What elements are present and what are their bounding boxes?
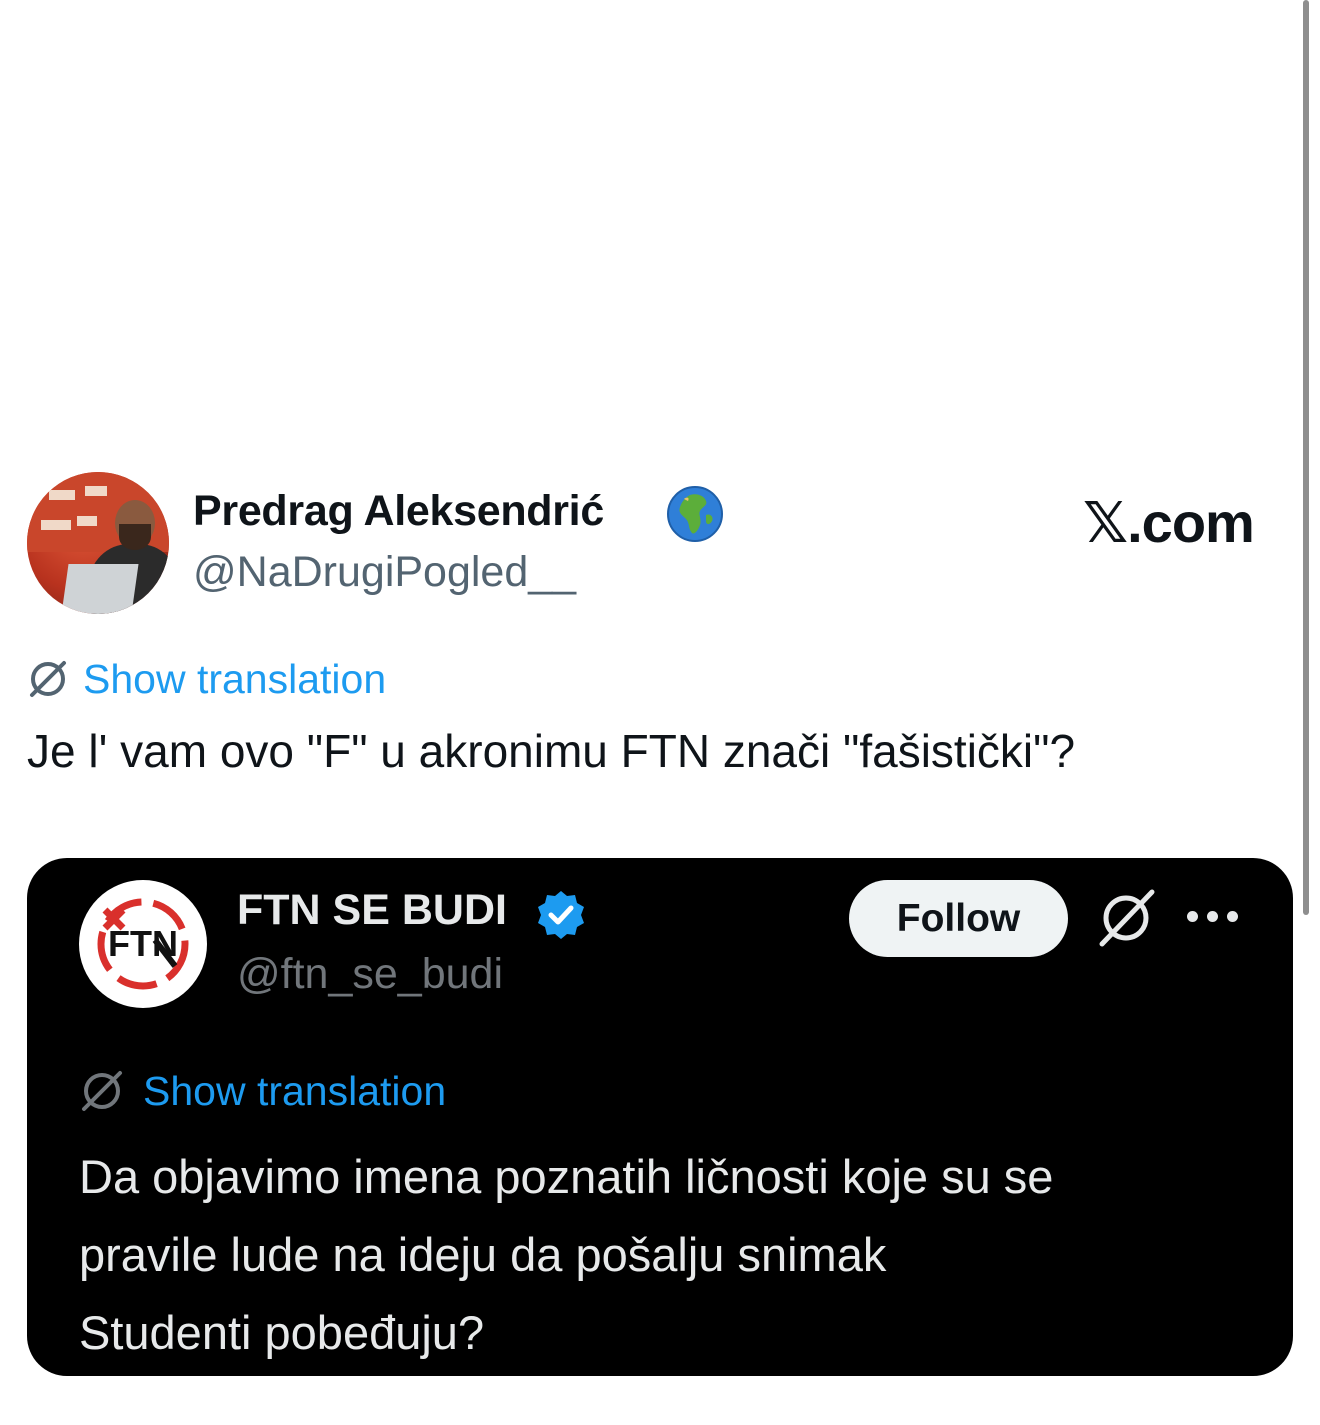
verified-badge-icon	[538, 891, 584, 939]
quoted-show-translation-link[interactable]: Show translation	[79, 1066, 446, 1116]
x-com-brand: 𝕏.com	[1083, 491, 1255, 554]
author-name[interactable]: Predrag Aleksendrić	[193, 487, 604, 536]
grok-icon[interactable]	[1094, 886, 1158, 950]
quoted-text-line: Studenti pobeđuju?	[79, 1306, 485, 1359]
show-translation-label[interactable]: Show translation	[83, 656, 386, 703]
ftn-logo: FTN	[83, 884, 203, 1004]
quoted-show-translation-label[interactable]: Show translation	[143, 1068, 446, 1115]
translate-icon	[82, 1071, 122, 1111]
author-avatar[interactable]	[27, 472, 169, 614]
globe-icon	[667, 486, 723, 542]
quoted-text-line: pravile lude na ideju da pošalju snimak	[79, 1228, 887, 1281]
more-options-icon[interactable]	[1187, 908, 1247, 924]
scrollbar[interactable]	[1303, 0, 1309, 915]
quoted-author-avatar[interactable]: FTN	[79, 880, 207, 1008]
quoted-author-handle[interactable]: @ftn_se_budi	[237, 950, 503, 999]
quoted-author-name[interactable]: FTN SE BUDI	[237, 886, 507, 935]
quoted-tweet-text: Da objavimo imena poznatih ličnosti koje…	[79, 1138, 1269, 1372]
follow-button[interactable]: Follow	[849, 880, 1068, 957]
tweet-text: Je l' vam ovo "F" u akronimu FTN znači "…	[27, 725, 1076, 777]
quoted-tweet-screenshot[interactable]: FTN FTN SE BUDI @ftn_se_budi Follow Show…	[27, 858, 1293, 1376]
author-handle[interactable]: @NaDrugiPogled__	[193, 548, 576, 597]
show-translation-link[interactable]: Show translation	[27, 654, 386, 704]
translate-icon	[30, 661, 66, 697]
quoted-text-line: Da objavimo imena poznatih ličnosti koje…	[79, 1150, 1054, 1203]
